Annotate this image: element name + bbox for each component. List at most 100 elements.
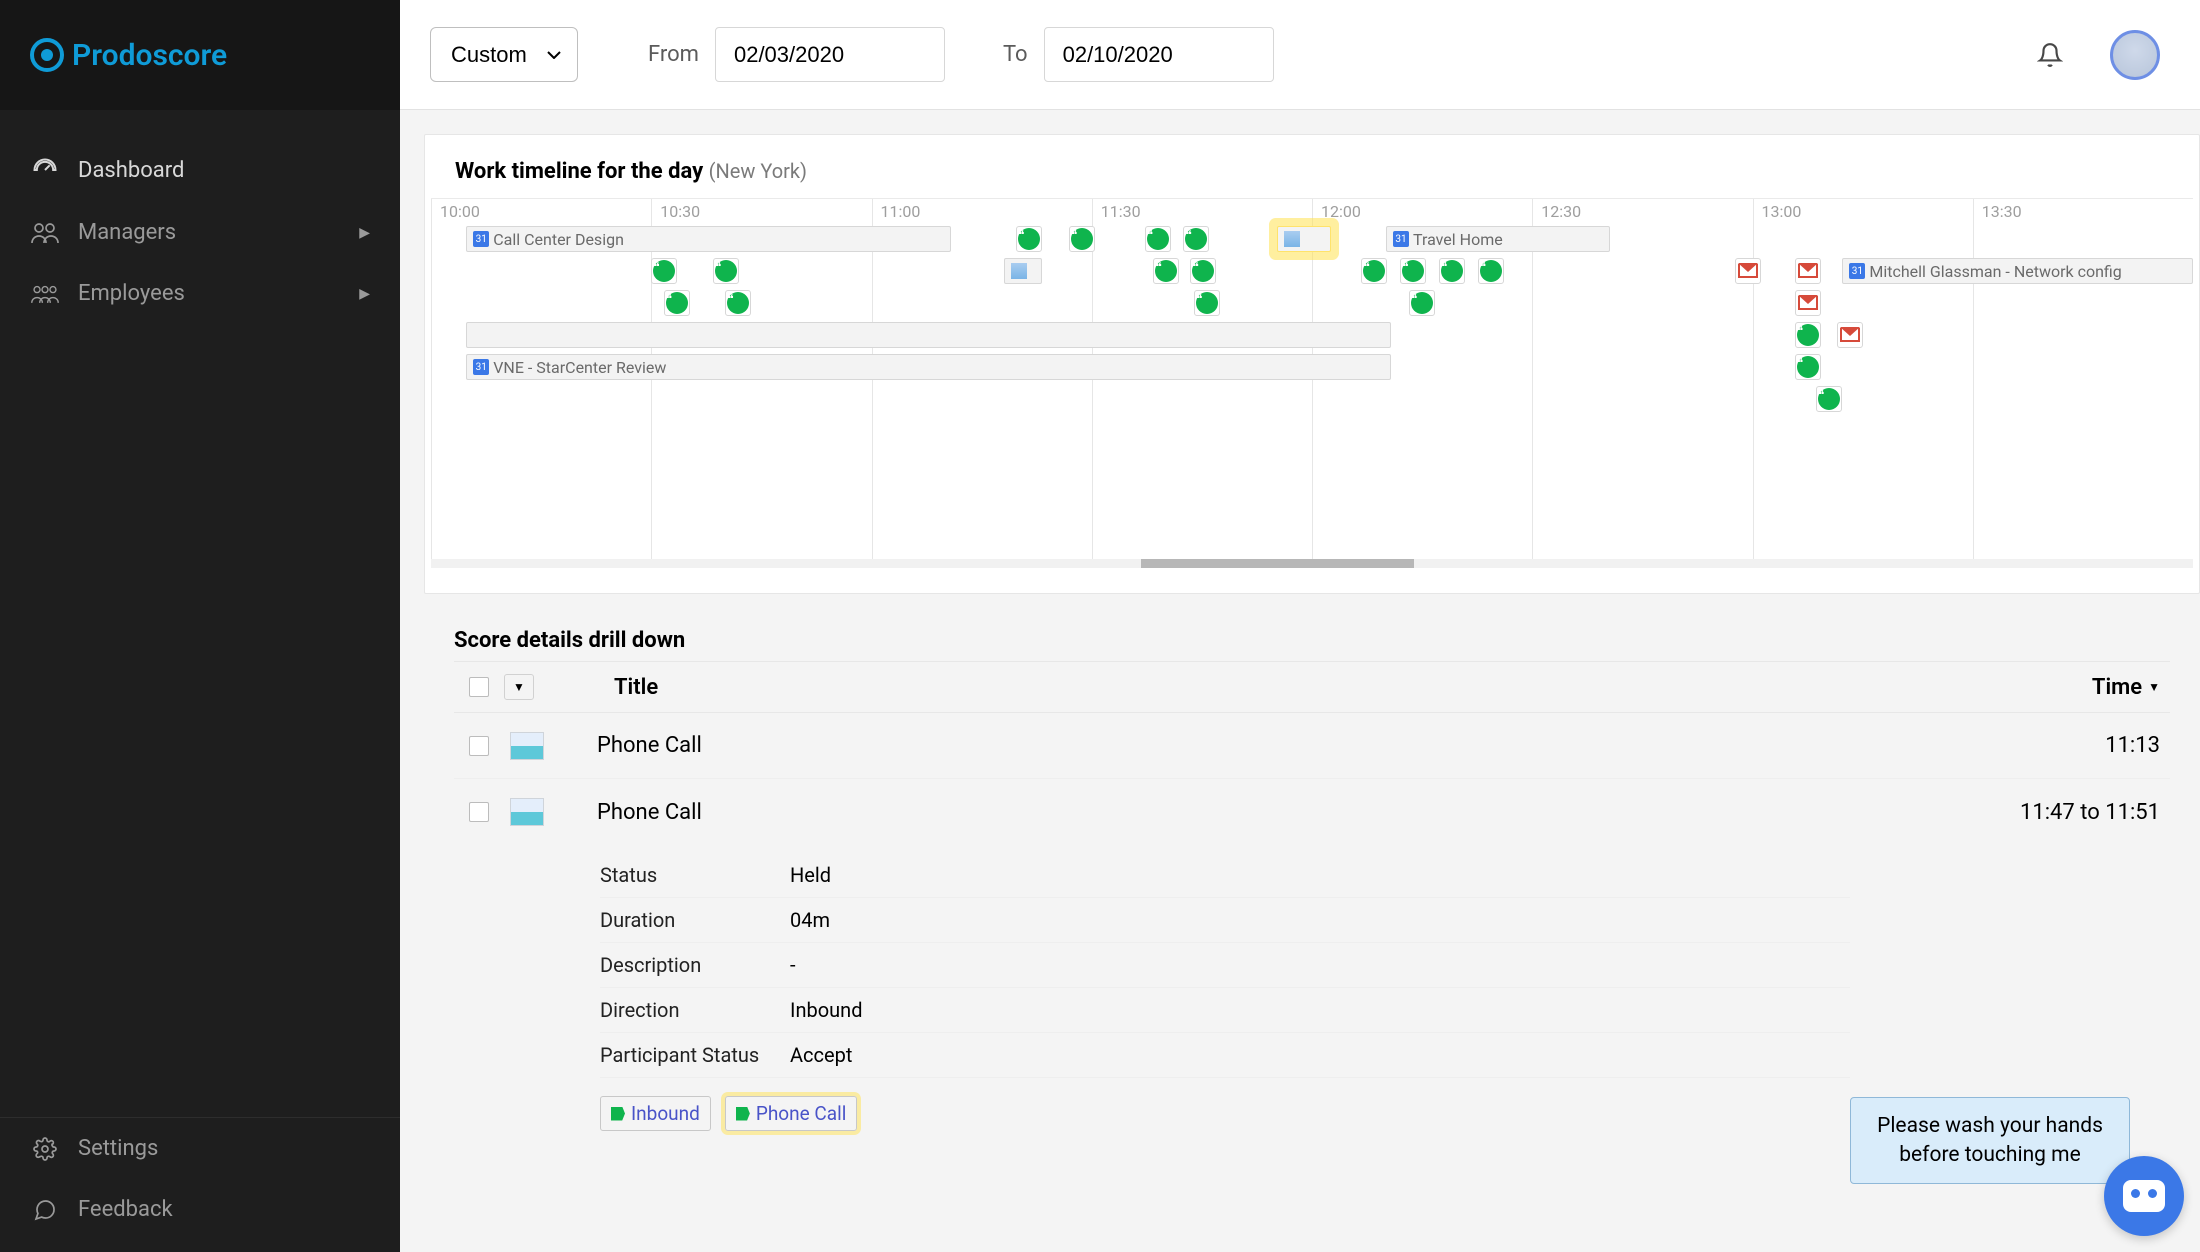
- calendar-event[interactable]: 31Call Center Design: [466, 226, 951, 252]
- calendar-icon: 31: [1849, 263, 1865, 279]
- header-dropdown[interactable]: ▼: [504, 674, 534, 700]
- chat-activity[interactable]: ❝: [1795, 322, 1821, 348]
- chat-icon: ❝: [1192, 260, 1214, 282]
- chat-activity[interactable]: ❝: [1439, 258, 1465, 284]
- sidebar-item-feedback[interactable]: Feedback: [0, 1179, 400, 1240]
- gmail-icon: [1798, 264, 1818, 278]
- event-label: VNE - StarCenter Review: [493, 358, 666, 377]
- activity-bar[interactable]: [466, 322, 1391, 348]
- chat-activity[interactable]: ❝: [1183, 226, 1209, 252]
- calendar-event[interactable]: 31VNE - StarCenter Review: [466, 354, 1391, 380]
- chat-activity[interactable]: ❝: [1361, 258, 1387, 284]
- detail-row: DirectionInbound: [600, 988, 1850, 1033]
- timeline-row: ❝ ❝ ❝ ❝ ❝ ❝ ❝ ❝ 31Mitchell Glassman - Network co…: [431, 257, 2193, 287]
- chat-activity[interactable]: ❝: [1816, 386, 1842, 412]
- date-range-select[interactable]: Custom: [430, 27, 578, 82]
- chat-activity[interactable]: ❝: [713, 258, 739, 284]
- select-all-checkbox[interactable]: [469, 677, 489, 697]
- chat-activity[interactable]: ❝: [1795, 354, 1821, 380]
- drilldown-row[interactable]: Phone Call 11:13: [454, 713, 2170, 779]
- chat-icon: ❝: [653, 260, 675, 282]
- chat-activity[interactable]: ❝: [1153, 258, 1179, 284]
- gmail-activity[interactable]: [1795, 258, 1821, 284]
- detail-row: Participant StatusAccept: [600, 1033, 1850, 1078]
- column-title[interactable]: Title: [534, 675, 658, 700]
- to-date-input[interactable]: [1044, 27, 1274, 82]
- detail-label: Participant Status: [600, 1043, 790, 1067]
- gmail-activity[interactable]: [1795, 290, 1821, 316]
- chat-activity[interactable]: ❝: [1409, 290, 1435, 316]
- event-label: Call Center Design: [493, 230, 624, 249]
- notifications-icon[interactable]: [2030, 35, 2070, 75]
- detail-label: Status: [600, 863, 790, 887]
- chat-activity[interactable]: ❝: [1194, 290, 1220, 316]
- gmail-activity[interactable]: [1837, 322, 1863, 348]
- brand-logo: Prodoscore: [30, 38, 227, 73]
- sidebar-header: Prodoscore: [0, 0, 400, 110]
- row-type-icon-cell: [504, 732, 549, 760]
- chat-activity[interactable]: ❝: [1478, 258, 1504, 284]
- timeline-scrollbar[interactable]: [431, 559, 2193, 568]
- chat-activity[interactable]: ❝: [1190, 258, 1216, 284]
- from-date-input[interactable]: [715, 27, 945, 82]
- chatbot-tooltip: Please wash your hands before touching m…: [1850, 1097, 2130, 1184]
- chat-icon: ❝: [1018, 228, 1040, 250]
- row-checkbox[interactable]: [469, 736, 489, 756]
- drilldown-row[interactable]: Phone Call 11:47 to 11:51: [454, 779, 2170, 845]
- time-tick-label: 11:30: [1101, 202, 1141, 221]
- detail-label: Description: [600, 953, 790, 977]
- chat-activity[interactable]: ❝: [651, 258, 677, 284]
- chat-activity[interactable]: ❝: [1069, 226, 1095, 252]
- timeline-row: 31VNE - StarCenter Review ❝: [431, 353, 2193, 383]
- tag-icon: [611, 1107, 625, 1121]
- topbar: Custom From To: [400, 0, 2200, 110]
- detail-value: Inbound: [790, 998, 862, 1022]
- brand-name: Prodoscore: [72, 38, 227, 73]
- time-tick-label: 13:00: [1762, 202, 1802, 221]
- calendar-event[interactable]: 31Travel Home: [1386, 226, 1610, 252]
- gmail-activity[interactable]: [1735, 258, 1761, 284]
- chat-activity[interactable]: ❝: [1016, 226, 1042, 252]
- to-label: To: [1003, 42, 1028, 67]
- calendar-icon: 31: [473, 359, 489, 375]
- sidebar-item-dashboard[interactable]: Dashboard: [0, 138, 400, 202]
- gear-icon: [30, 1137, 60, 1161]
- sidebar-nav: DashboardManagers▶Employees▶: [0, 110, 400, 1117]
- chat-activity[interactable]: ❝: [1145, 226, 1171, 252]
- row-title: Phone Call: [549, 800, 2020, 825]
- chat-icon: ❝: [1411, 292, 1433, 314]
- document-event[interactable]: [1004, 258, 1043, 284]
- chat-activity[interactable]: ❝: [725, 290, 751, 316]
- document-event[interactable]: [1277, 226, 1332, 252]
- time-tick-label: 12:00: [1321, 202, 1361, 221]
- column-time[interactable]: Time ▼: [2092, 675, 2170, 700]
- tag[interactable]: Phone Call: [725, 1096, 858, 1131]
- nav-label: Managers: [78, 220, 176, 245]
- tag[interactable]: Inbound: [600, 1096, 711, 1131]
- chat-icon: ❝: [1480, 260, 1502, 282]
- chat-icon: ❝: [666, 292, 688, 314]
- timeline-title: Work timeline for the day (New York): [425, 159, 2199, 198]
- tag-label: Phone Call: [756, 1102, 847, 1125]
- sidebar-item-employees[interactable]: Employees▶: [0, 263, 400, 324]
- row-time: 11:13: [2105, 733, 2170, 758]
- detail-row: StatusHeld: [600, 853, 1850, 898]
- sidebar-item-managers[interactable]: Managers▶: [0, 202, 400, 263]
- main: Custom From To Work timeline for the day…: [400, 0, 2200, 1252]
- detail-label: Duration: [600, 908, 790, 932]
- user-avatar[interactable]: [2110, 30, 2160, 80]
- detail-label: Direction: [600, 998, 790, 1022]
- scroll-thumb[interactable]: [1141, 559, 1414, 568]
- activity-type-icon: [510, 732, 544, 760]
- chatbot-button[interactable]: [2104, 1156, 2184, 1236]
- timeline[interactable]: 10:0010:3011:0011:3012:0012:3013:0013:30…: [431, 198, 2193, 568]
- calendar-event[interactable]: 31Mitchell Glassman - Network config: [1842, 258, 2193, 284]
- chat-icon: ❝: [1818, 388, 1840, 410]
- row-checkbox[interactable]: [469, 802, 489, 822]
- timeline-title-text: Work timeline for the day: [455, 159, 703, 184]
- sidebar-item-settings[interactable]: Settings: [0, 1118, 400, 1179]
- detail-tags: Inbound Phone Call: [600, 1078, 1850, 1131]
- document-icon: [1284, 231, 1300, 247]
- chat-activity[interactable]: ❝: [664, 290, 690, 316]
- chat-activity[interactable]: ❝: [1400, 258, 1426, 284]
